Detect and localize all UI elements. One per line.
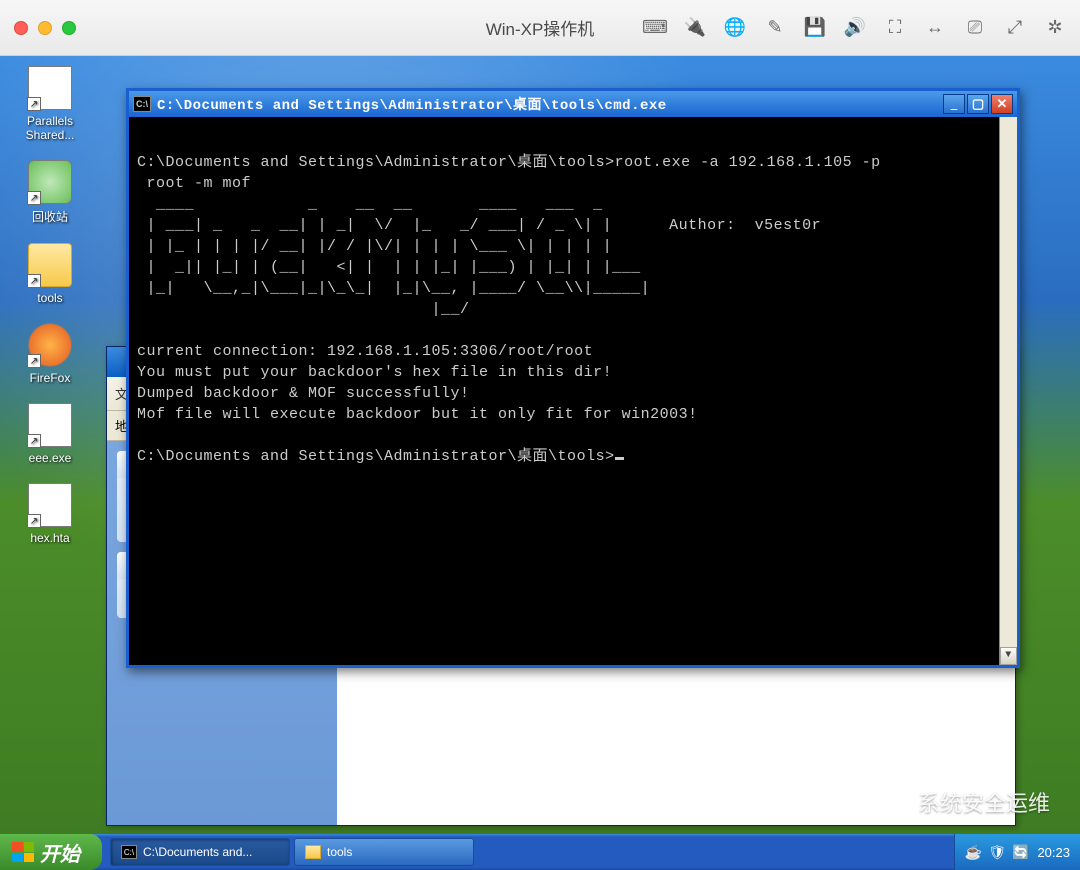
desktop-icon[interactable]: ↗ FireFox	[10, 323, 90, 385]
taskbar-item-icon	[305, 845, 321, 859]
taskbar-items: C:\ C:\Documents and... tools	[110, 838, 474, 866]
mac-toolbar-icon[interactable]: ⤢	[1004, 17, 1026, 39]
close-icon[interactable]	[14, 21, 28, 35]
minimize-button[interactable]: _	[943, 94, 965, 114]
desktop-icon-label: hex.hta	[30, 531, 69, 545]
traffic-lights	[14, 21, 76, 35]
mac-toolbar-icon[interactable]: 🔊	[844, 17, 866, 39]
desktop-icon-label: tools	[37, 291, 62, 305]
desktop-icon-image: ↗	[28, 66, 72, 110]
mac-toolbar-icons: ⌨ 🔌 🌐 ✎ 💾 🔊 ⛶ ↔ ⎚ ⤢ ✲	[644, 17, 1066, 39]
desktop-icon-image: ↗	[28, 160, 72, 204]
tray-icon[interactable]: 🔄	[1012, 844, 1029, 861]
mac-window-title: Win-XP操作机	[486, 15, 595, 40]
desktop-icon-image: ↗	[28, 243, 72, 287]
cmd-title-text: C:\Documents and Settings\Administrator\…	[157, 94, 943, 114]
taskbar-item[interactable]: tools	[294, 838, 474, 866]
mac-toolbar-icon[interactable]: 💾	[804, 17, 826, 39]
desktop-icon-label: FireFox	[30, 371, 71, 385]
desktop-icon[interactable]: ↗ Parallels Shared...	[10, 66, 90, 142]
close-button[interactable]: ✕	[991, 94, 1013, 114]
desktop-icon[interactable]: ↗ eee.exe	[10, 403, 90, 465]
taskbar-item-label: tools	[327, 845, 352, 859]
cmd-icon: C:\	[133, 96, 151, 112]
minimize-icon[interactable]	[38, 21, 52, 35]
desktop-icon[interactable]: ↗ 回收站	[10, 160, 90, 225]
watermark: 系统安全运维	[858, 784, 1050, 820]
cmd-titlebar[interactable]: C:\ C:\Documents and Settings\Administra…	[129, 91, 1017, 117]
desktop-icon[interactable]: ↗ hex.hta	[10, 483, 90, 545]
mac-toolbar-icon[interactable]: ⌨	[644, 17, 666, 39]
taskbar-item-icon: C:\	[121, 845, 137, 859]
cmd-scrollbar[interactable]: ▲ ▼	[999, 117, 1017, 665]
desktop-icon-label: eee.exe	[29, 451, 72, 465]
tray-icons: ☕ 🛡 🔄	[965, 844, 1030, 861]
desktop-icon-image: ↗	[28, 483, 72, 527]
tray-clock: 20:23	[1037, 845, 1070, 860]
xp-taskbar[interactable]: 开始 C:\ C:\Documents and... tools ☕ 🛡 🔄 20:23	[0, 834, 1080, 870]
cursor-icon	[615, 457, 624, 460]
scroll-track[interactable]	[1000, 135, 1017, 647]
watermark-text: 系统安全运维	[918, 786, 1050, 818]
mac-toolbar-icon[interactable]: ✎	[764, 17, 786, 39]
desktop-icon-image: ↗	[28, 403, 72, 447]
mac-toolbar-icon[interactable]: ↔	[924, 17, 946, 39]
mac-toolbar-icon[interactable]: ⛶	[884, 17, 906, 39]
cmd-body[interactable]: C:\Documents and Settings\Administrator\…	[129, 117, 1017, 665]
desktop-icons: ↗ Parallels Shared... ↗ 回收站 ↗ tools ↗ FireFox ↗ e…	[10, 66, 90, 545]
mac-toolbar-icon[interactable]: 🌐	[724, 17, 746, 39]
scroll-down-button[interactable]: ▼	[1000, 647, 1017, 665]
desktop-icon-label: Parallels Shared...	[26, 114, 75, 142]
desktop-icon-image: ↗	[28, 323, 72, 367]
mac-toolbar-icon[interactable]: 🔌	[684, 17, 706, 39]
start-label: 开始	[40, 838, 80, 867]
fullscreen-icon[interactable]	[62, 21, 76, 35]
tray-icon[interactable]: ☕	[965, 844, 982, 861]
xp-desktop[interactable]: ↗ Parallels Shared... ↗ 回收站 ↗ tools ↗ FireFox ↗ e…	[0, 56, 1080, 870]
mac-toolbar-icon[interactable]: ✲	[1044, 17, 1066, 39]
taskbar-item-label: C:\Documents and...	[143, 845, 252, 859]
maximize-button[interactable]: ▢	[967, 94, 989, 114]
tray-icon[interactable]: 🛡	[988, 844, 1006, 861]
desktop-icon-label: 回收站	[32, 208, 68, 225]
start-button[interactable]: 开始	[0, 834, 102, 870]
mac-toolbar-icon[interactable]: ⎚	[964, 17, 986, 39]
mac-titlebar: Win-XP操作机 ⌨ 🔌 🌐 ✎ 💾 🔊 ⛶ ↔ ⎚ ⤢ ✲	[0, 0, 1080, 56]
desktop-icon[interactable]: ↗ tools	[10, 243, 90, 305]
cmd-window[interactable]: C:\ C:\Documents and Settings\Administra…	[126, 88, 1020, 668]
windows-logo-icon	[12, 842, 34, 862]
taskbar-item[interactable]: C:\ C:\Documents and...	[110, 838, 290, 866]
system-tray[interactable]: ☕ 🛡 🔄 20:23	[954, 834, 1080, 870]
